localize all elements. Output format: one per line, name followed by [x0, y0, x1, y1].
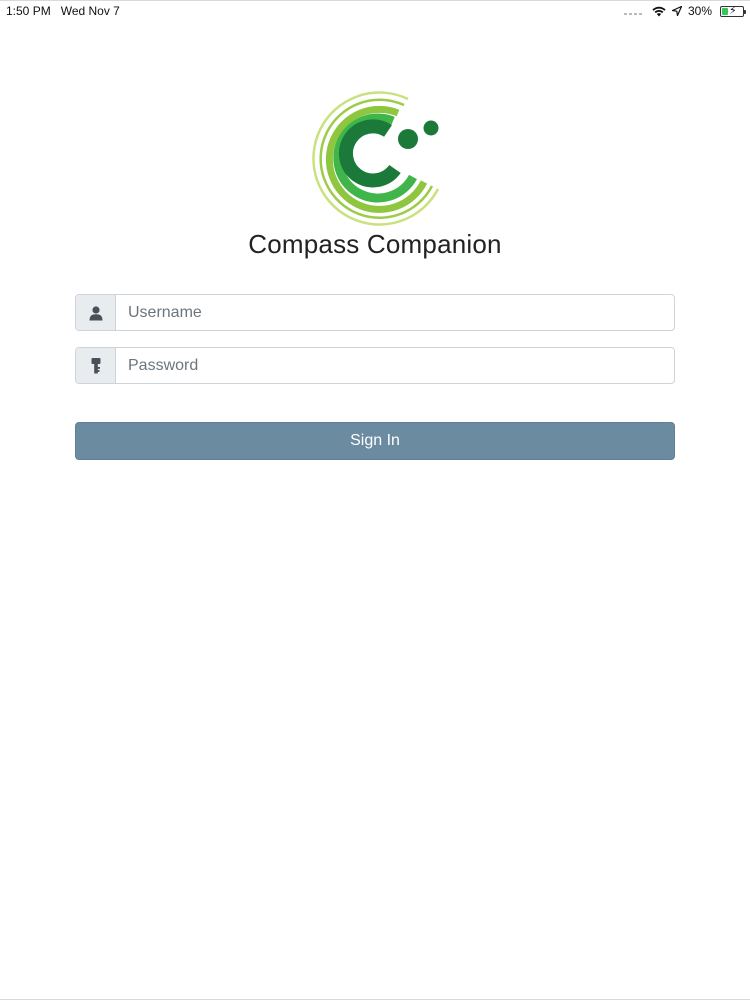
location-arrow-icon: [671, 6, 682, 16]
wifi-icon: [652, 6, 666, 16]
battery-fill: [722, 7, 728, 15]
logo-graphic: [312, 91, 440, 226]
user-icon: [76, 295, 116, 330]
login-screen: 1:50 PM Wed Nov 7 30% ⚡ Compass Companio…: [0, 0, 750, 1000]
password-input[interactable]: [116, 348, 674, 383]
key-icon: [76, 348, 116, 383]
status-left: 1:50 PM Wed Nov 7: [6, 4, 120, 18]
username-input-group: [75, 294, 675, 331]
status-time: 1:50 PM: [6, 4, 51, 18]
status-date: Wed Nov 7: [60, 4, 120, 18]
status-bar: 1:50 PM Wed Nov 7 30% ⚡: [0, 1, 750, 21]
battery-icon: ⚡: [720, 4, 746, 17]
compass-companion-logo: [300, 81, 445, 226]
app-title: Compass Companion: [248, 229, 502, 259]
username-input[interactable]: [116, 295, 674, 330]
password-input-group: [75, 347, 675, 384]
charging-bolt-icon: ⚡: [729, 4, 737, 17]
sign-in-button[interactable]: Sign In: [75, 422, 675, 460]
cellular-signal-icon: [623, 7, 642, 15]
status-right: 30% ⚡: [623, 4, 746, 18]
battery-percent: 30%: [687, 4, 712, 18]
